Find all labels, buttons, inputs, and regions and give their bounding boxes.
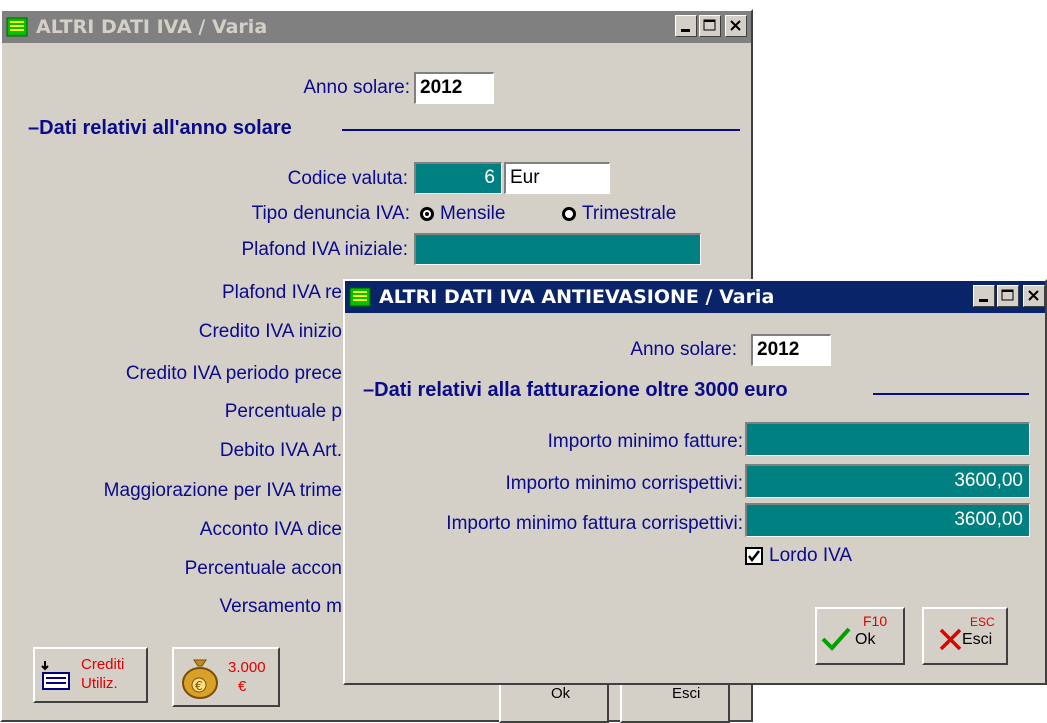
credito-periodo-label: Credito IVA periodo prece	[125, 363, 342, 384]
radio-mensile[interactable]: Mensile	[420, 203, 505, 225]
maximize-icon	[703, 19, 716, 31]
crediti-line2: Utiliz.	[81, 675, 118, 692]
close-button[interactable]	[1023, 285, 1045, 307]
close-button[interactable]	[725, 15, 747, 37]
minimize-icon	[681, 29, 690, 32]
importo-fattura-corr-label: Importo minimo fattura corrispettivi:	[446, 513, 743, 534]
esci-button[interactable]: ESC Esci	[922, 607, 1008, 665]
minimize-icon	[979, 299, 988, 302]
percentuale-acconto-label: Percentuale accon	[184, 558, 342, 579]
crediti-line1: Crediti	[81, 656, 125, 673]
tipo-denuncia-label: Tipo denuncia IVA:	[251, 203, 410, 224]
crediti-utiliz-button[interactable]: Crediti Utiliz.	[33, 647, 148, 703]
valuta-name-field[interactable]: Eur	[504, 162, 610, 194]
esci-label: Esci	[962, 631, 993, 648]
section-anno-solare: –Dati relativi all'anno solare	[28, 117, 292, 139]
codice-valuta-field[interactable]: 6	[414, 162, 502, 194]
close-icon	[730, 20, 741, 31]
x-cancel-icon	[939, 628, 962, 651]
debito-label: Debito IVA Art.	[219, 440, 342, 461]
importo-fatture-label: Importo minimo fatture:	[547, 431, 743, 452]
list-icon	[41, 661, 70, 690]
front-window-title: ALTRI DATI IVA ANTIEVASIONE / Varia	[379, 286, 775, 308]
minimize-button[interactable]	[973, 285, 995, 307]
anno-solare-label: Anno solare:	[303, 77, 410, 98]
minimize-button[interactable]	[675, 15, 697, 37]
plafond-re-label: Plafond IVA re	[221, 282, 342, 303]
euro-line1: 3.000	[228, 659, 266, 676]
maggiorazione-label: Maggiorazione per IVA trime	[103, 480, 342, 501]
credito-inizio-label: Credito IVA inizio	[198, 321, 342, 342]
radio-unselected-icon	[562, 207, 576, 221]
maximize-button[interactable]	[997, 285, 1019, 307]
front-anno-field[interactable]: 2012	[751, 334, 831, 366]
importo-fatture-field[interactable]	[745, 422, 1030, 456]
back-ok-label: Ok	[551, 685, 571, 702]
importo-corrispettivi-label: Importo minimo corrispettivi:	[505, 473, 743, 494]
money-bag-icon: €	[182, 659, 218, 699]
svg-text:€: €	[195, 679, 203, 693]
codice-valuta-label: Codice valuta:	[287, 168, 408, 189]
percentuale-p-label: Percentuale p	[224, 401, 342, 422]
plafond-iniziale-label: Plafond IVA iniziale:	[241, 239, 408, 260]
importo-corrispettivi-field[interactable]: 3600,00	[745, 464, 1030, 498]
versamento-label: Versamento m	[219, 596, 343, 617]
maximize-icon	[1001, 289, 1014, 301]
front-window: ALTRI DATI IVA ANTIEVASIONE / Varia Anno…	[343, 279, 1047, 685]
ok-label: Ok	[855, 631, 876, 648]
radio-selected-icon	[420, 207, 434, 221]
back-window-title: ALTRI DATI IVA / Varia	[36, 16, 268, 38]
euro-3000-button[interactable]: € 3.000 €	[172, 647, 280, 707]
front-anno-label: Anno solare:	[630, 339, 737, 360]
back-esci-label: Esci	[672, 685, 701, 702]
lordo-iva-checkbox[interactable]: Lordo IVA	[745, 545, 852, 567]
back-ok-button[interactable]: Ok	[499, 679, 609, 723]
back-esci-button[interactable]: Esci	[620, 679, 730, 723]
app-icon	[349, 286, 371, 308]
importo-fattura-corr-field[interactable]: 3600,00	[745, 503, 1030, 537]
checkmark-icon	[821, 627, 851, 651]
section-divider	[342, 129, 740, 131]
app-icon	[6, 16, 28, 38]
checkbox-checked-icon	[745, 547, 763, 565]
front-window-titlebar[interactable]: ALTRI DATI IVA ANTIEVASIONE / Varia	[345, 281, 1045, 313]
maximize-button[interactable]	[699, 15, 721, 37]
euro-line2: €	[238, 678, 247, 695]
ok-key-label: F10	[863, 613, 888, 629]
close-icon	[1028, 290, 1039, 301]
section-divider	[873, 393, 1029, 395]
esci-key-label: ESC	[970, 615, 995, 629]
ok-button[interactable]: F10 Ok	[815, 607, 905, 665]
section-fatturazione: –Dati relativi alla fatturazione oltre 3…	[363, 379, 788, 401]
plafond-iniziale-field[interactable]	[414, 233, 701, 265]
anno-solare-field[interactable]: 2012	[414, 72, 494, 104]
acconto-label: Acconto IVA dice	[199, 519, 342, 540]
back-window-titlebar[interactable]: ALTRI DATI IVA / Varia	[2, 11, 751, 43]
radio-trimestrale[interactable]: Trimestrale	[562, 203, 676, 225]
